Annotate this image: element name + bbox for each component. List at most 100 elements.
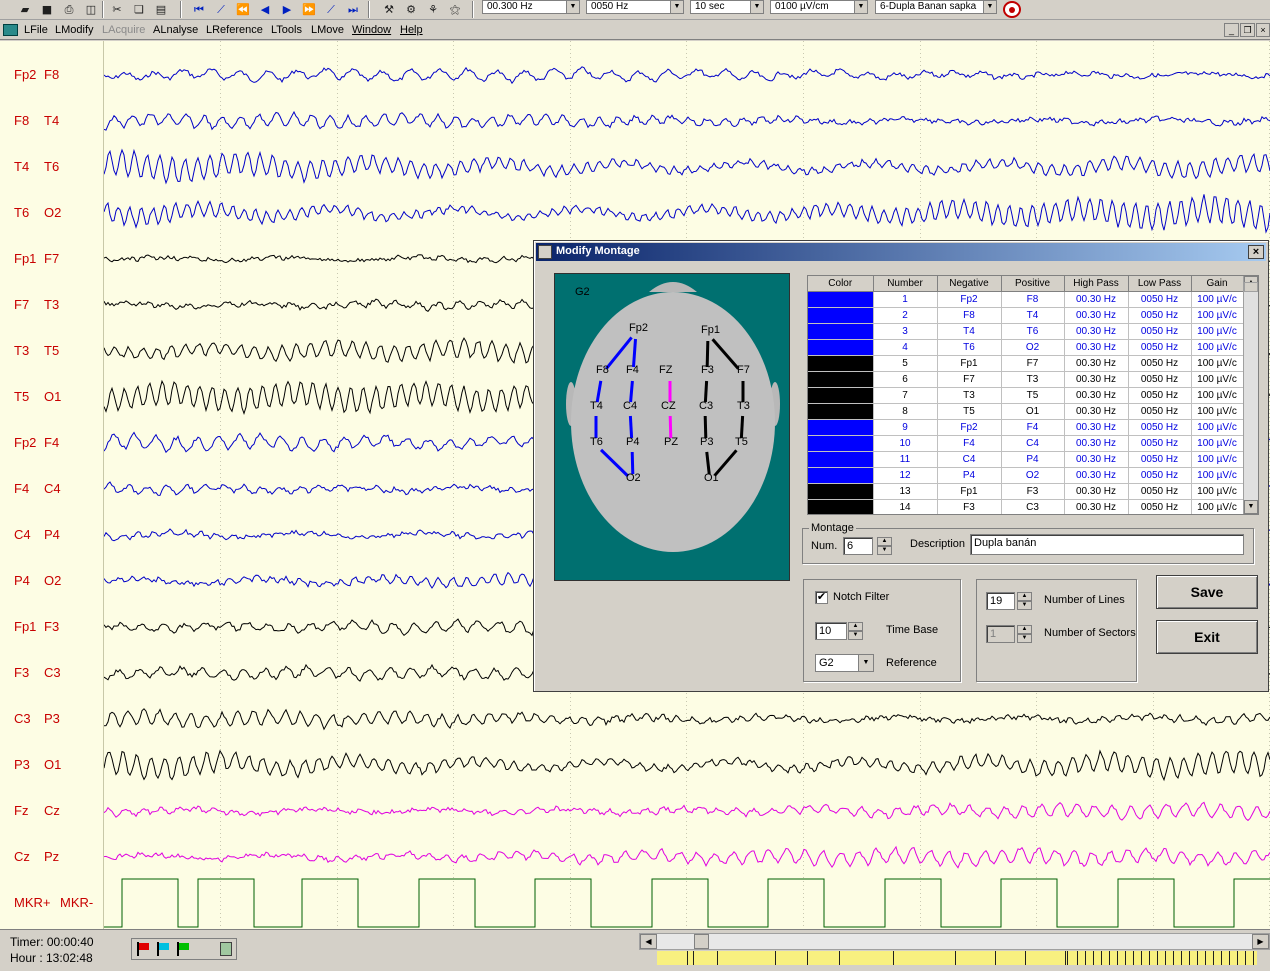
column-header[interactable]: High Pass <box>1064 276 1129 292</box>
table-cell-gain[interactable]: 100 µV/c <box>1191 371 1244 388</box>
number-of-lines-stepper[interactable]: ▲ ▼ <box>1017 592 1032 610</box>
spin-up-icon[interactable]: ▲ <box>877 537 892 546</box>
electrode-c4[interactable]: C4 <box>623 400 637 412</box>
table-cell-hp[interactable]: 00.30 Hz <box>1064 323 1129 340</box>
table-cell-number[interactable]: 3 <box>873 323 938 340</box>
table-cell-pos[interactable]: F8 <box>1001 291 1065 308</box>
save-icon[interactable]: ■ <box>38 1 56 18</box>
table-cell-hp[interactable]: 00.30 Hz <box>1064 355 1129 372</box>
table-cell-gain[interactable]: 100 µV/c <box>1191 355 1244 372</box>
table-cell-gain[interactable]: 100 µV/c <box>1191 451 1244 468</box>
save-button[interactable]: Save <box>1156 575 1258 609</box>
scroll-thumb[interactable] <box>694 934 709 949</box>
dialog-title-bar[interactable]: Modify Montage × <box>536 243 1266 261</box>
electrode-cz[interactable]: CZ <box>661 400 676 412</box>
table-cell-gain[interactable]: 100 µV/c <box>1191 467 1244 484</box>
table-cell-lp[interactable]: 0050 Hz <box>1128 451 1192 468</box>
table-cell-gain[interactable]: 100 µV/c <box>1191 307 1244 324</box>
channel-label[interactable]: Cz Pz <box>14 849 59 864</box>
color-swatch[interactable] <box>808 451 874 468</box>
table-cell-hp[interactable]: 00.30 Hz <box>1064 387 1129 404</box>
color-swatch[interactable] <box>808 403 874 420</box>
column-header[interactable]: Gain <box>1191 276 1244 292</box>
table-cell-number[interactable]: 4 <box>873 339 938 356</box>
color-swatch[interactable] <box>808 387 874 404</box>
table-cell-lp[interactable]: 0050 Hz <box>1128 387 1192 404</box>
time-base-select[interactable]: 10 sec ▼ <box>690 0 764 14</box>
channel-label[interactable]: MKR+ MKR- <box>14 895 93 910</box>
chevron-down-icon[interactable]: ▼ <box>858 655 873 671</box>
green-flag-icon[interactable] <box>176 942 190 956</box>
chevron-down-icon[interactable]: ▼ <box>670 1 683 13</box>
mark-back-icon[interactable]: ⟋ <box>212 1 230 18</box>
menu-window[interactable]: Window <box>352 24 391 36</box>
table-row[interactable]: 7 T3 T5 00.30 Hz 0050 Hz 100 µV/c <box>808 387 1244 404</box>
channel-label[interactable]: T3 T5 <box>14 343 59 358</box>
column-header[interactable]: Positive <box>1001 276 1065 292</box>
record-icon[interactable] <box>1003 1 1021 18</box>
channel-label[interactable]: F3 C3 <box>14 665 61 680</box>
channel-label[interactable]: T4 T6 <box>14 159 59 174</box>
table-cell-hp[interactable]: 00.30 Hz <box>1064 435 1129 452</box>
time-base-input[interactable]: 10 <box>815 622 847 640</box>
open-icon[interactable]: ▰ <box>16 1 34 18</box>
go-end-icon[interactable]: ⏭ <box>344 1 362 18</box>
channel-label[interactable]: F7 T3 <box>14 297 59 312</box>
table-cell-gain[interactable]: 100 µV/c <box>1191 499 1244 514</box>
table-cell-hp[interactable]: 00.30 Hz <box>1064 499 1129 514</box>
event-timeline[interactable] <box>657 951 1257 965</box>
gain-select[interactable]: 0100 µV/cm ▼ <box>770 0 868 14</box>
electrode-head-map[interactable]: G2 Fp2 Fp1 F8 F4 FZ F3 F7 T4 C4 CZ C3 T3… <box>554 273 790 581</box>
electrode-f3[interactable]: F3 <box>701 364 714 376</box>
table-cell-pos[interactable]: C3 <box>1001 499 1065 514</box>
table-cell-gain[interactable]: 100 µV/c <box>1191 483 1244 500</box>
menu-help[interactable]: Help <box>400 24 423 36</box>
table-cell-hp[interactable]: 00.30 Hz <box>1064 483 1129 500</box>
electrode-f7[interactable]: F7 <box>737 364 750 376</box>
table-row[interactable]: 14 F3 C3 00.30 Hz 0050 Hz 100 µV/c <box>808 499 1244 514</box>
montage-num-input[interactable]: 6 <box>843 537 873 555</box>
scroll-right-icon[interactable]: ▶ <box>1252 934 1269 949</box>
table-row[interactable]: 10 F4 C4 00.30 Hz 0050 Hz 100 µV/c <box>808 435 1244 452</box>
channel-label[interactable]: C3 P3 <box>14 711 60 726</box>
table-scrollbar[interactable]: ▲ ▼ <box>1243 276 1258 514</box>
table-row[interactable]: 13 Fp1 F3 00.30 Hz 0050 Hz 100 µV/c <box>808 483 1244 500</box>
table-cell-pos[interactable]: F3 <box>1001 483 1065 500</box>
notch-filter-checkbox[interactable]: ✔ <box>815 591 828 604</box>
paste-icon[interactable]: ▤ <box>152 1 170 18</box>
spin-down-icon[interactable]: ▼ <box>1017 601 1032 610</box>
table-row[interactable]: 3 T4 T6 00.30 Hz 0050 Hz 100 µV/c <box>808 323 1244 340</box>
color-swatch[interactable] <box>808 291 874 308</box>
column-header[interactable]: Color <box>808 276 874 292</box>
spin-up-icon[interactable]: ▲ <box>1017 625 1032 634</box>
table-cell-pos[interactable]: T5 <box>1001 387 1065 404</box>
table-cell-number[interactable]: 12 <box>873 467 938 484</box>
electrode-t3[interactable]: T3 <box>737 400 750 412</box>
color-swatch[interactable] <box>808 307 874 324</box>
channel-label[interactable]: C4 P4 <box>14 527 60 542</box>
menu-lanalyse[interactable]: ALnalyse <box>153 24 198 36</box>
table-cell-number[interactable]: 11 <box>873 451 938 468</box>
chevron-down-icon[interactable]: ▼ <box>566 1 579 13</box>
table-cell-lp[interactable]: 0050 Hz <box>1128 467 1192 484</box>
table-cell-pos[interactable]: C4 <box>1001 435 1065 452</box>
spin-down-icon[interactable]: ▼ <box>1017 634 1032 643</box>
table-cell-hp[interactable]: 00.30 Hz <box>1064 403 1129 420</box>
electrode-o2[interactable]: O2 <box>626 472 641 484</box>
channel-label[interactable]: F8 T4 <box>14 113 59 128</box>
color-swatch[interactable] <box>808 355 874 372</box>
go-start-icon[interactable]: ⏮ <box>190 1 208 18</box>
table-cell-lp[interactable]: 0050 Hz <box>1128 291 1192 308</box>
close-button[interactable]: × <box>1248 245 1264 259</box>
low-pass-select[interactable]: 0050 Hz ▼ <box>586 0 684 14</box>
print-preview-icon[interactable]: ◫ <box>82 1 100 18</box>
number-of-lines-input[interactable]: 19 <box>986 592 1015 610</box>
close-document-button[interactable]: × <box>1256 23 1270 37</box>
time-base-stepper[interactable]: ▲ ▼ <box>848 622 863 640</box>
spin-down-icon[interactable]: ▼ <box>848 631 863 640</box>
channel-label[interactable]: Fz Cz <box>14 803 60 818</box>
table-cell-neg[interactable]: P4 <box>937 467 1002 484</box>
color-swatch[interactable] <box>808 323 874 340</box>
table-cell-hp[interactable]: 00.30 Hz <box>1064 339 1129 356</box>
table-cell-hp[interactable]: 00.30 Hz <box>1064 467 1129 484</box>
